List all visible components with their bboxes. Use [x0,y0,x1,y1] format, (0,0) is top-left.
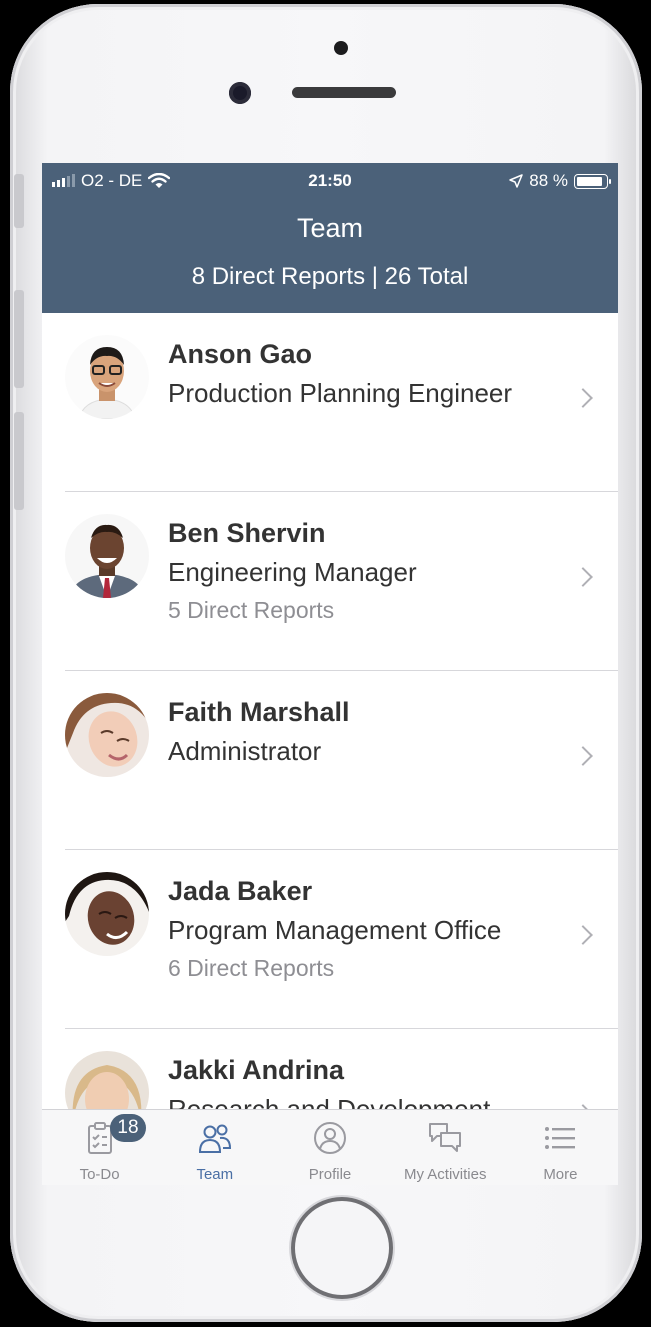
page-subtitle: 8 Direct Reports | 26 Total [191,263,469,290]
member-direct-reports: 5 Direct Reports [168,597,335,623]
tab-label: My Activities [403,1166,487,1183]
chevron-right-icon [573,746,593,766]
list-item[interactable]: Ben Shervin Engineering Manager 5 Direct… [42,492,618,671]
volume-up-button [14,290,24,388]
list-item[interactable]: Anson Gao Production Planning Engineer [42,313,618,492]
list-item[interactable]: Faith Marshall Administrator [42,671,618,850]
mute-switch [14,174,24,228]
avatar [65,872,149,956]
tab-team[interactable]: Team [157,1110,272,1185]
chat-bubbles-icon [429,1123,462,1152]
avatar [65,693,149,777]
front-camera [229,82,251,104]
tab-label: Team [196,1166,234,1183]
status-bar: O2 - DE 21:50 88 % [42,163,618,199]
team-icon [198,1124,231,1153]
list-menu-icon [545,1127,576,1149]
member-name: Ben Shervin [168,518,326,548]
member-role: Production Planning Engineer [168,378,513,408]
chevron-right-icon [573,925,593,945]
tab-to-do[interactable]: 18 To-Do [42,1110,157,1185]
chevron-right-icon [573,388,593,408]
member-name: Jakki Andrina [168,1055,345,1085]
todo-count-badge: 18 [110,1114,146,1142]
member-name: Anson Gao [168,339,313,369]
tab-my-activities[interactable]: My Activities [388,1110,503,1185]
tab-label: To-Do [79,1166,120,1183]
team-list: Anson Gao Production Planning Engineer B… [42,313,618,1185]
member-role: Program Management Office [168,915,502,945]
member-role: Engineering Manager [168,557,417,587]
proximity-sensor [334,41,348,55]
home-button[interactable] [291,1197,393,1299]
chevron-right-icon [573,567,593,587]
avatar [65,335,149,419]
list-item[interactable]: Jada Baker Program Management Office 6 D… [42,850,618,1029]
tab-label: Profile [308,1166,352,1183]
tab-more[interactable]: More [503,1110,618,1185]
battery-percent: 88 % [529,171,568,190]
tab-profile[interactable]: Profile [272,1110,387,1185]
app-screen: O2 - DE 21:50 88 % Team 8 Direct Reports… [42,163,618,1185]
earpiece-speaker [292,87,396,98]
member-name: Faith Marshall [168,697,350,727]
tab-bar: 18 To-Do Team Profile My Activities More [42,1109,618,1185]
member-role: Administrator [168,736,322,766]
profile-icon [314,1122,346,1154]
member-direct-reports: 6 Direct Reports [168,955,335,981]
battery-icon [574,173,611,189]
tab-label: More [543,1166,578,1183]
location-arrow-icon [509,174,523,188]
app-header: O2 - DE 21:50 88 % Team 8 Direct Reports… [42,163,618,313]
page-title: Team [296,213,364,243]
member-name: Jada Baker [168,876,313,906]
avatar [65,514,149,598]
volume-down-button [14,412,24,510]
